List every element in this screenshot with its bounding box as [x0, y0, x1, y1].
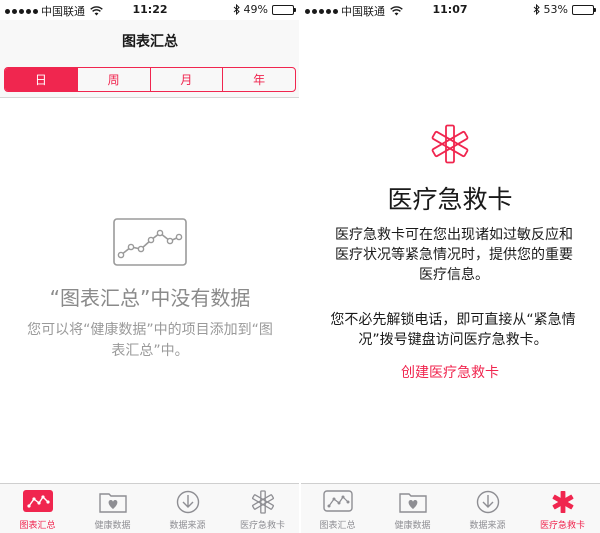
tab-sources[interactable]: 数据来源 [150, 484, 225, 533]
medical-id-description: 医疗急救卡可在您出现诸如过敏反应和医疗状况等紧急情况时，提供您的重要医疗信息。 [335, 227, 573, 283]
empty-chart-icon [113, 218, 187, 266]
create-medical-id-link[interactable]: 创建医疗急救卡 [300, 362, 600, 382]
tab-label: 图表汇总 [19, 521, 56, 531]
segment-day[interactable]: 日 [5, 68, 77, 91]
segment-bar: 日 周 月 年 [0, 62, 300, 98]
tab-medical-id[interactable]: 医疗急救卡 [525, 484, 600, 533]
download-icon [476, 490, 499, 514]
empty-state-subtitle: 您可以将“健康数据”中的项目添加到“图表汇总”中。 [27, 322, 273, 359]
screen-divider [299, 0, 301, 533]
tab-label: 图表汇总 [319, 521, 356, 531]
battery-percent: 53% [543, 3, 568, 16]
tab-label: 医疗急救卡 [539, 521, 585, 531]
bluetooth-icon [533, 4, 540, 15]
tab-label: 健康数据 [394, 521, 431, 531]
segment-year[interactable]: 年 [222, 68, 295, 91]
status-bar: 中国联通 11:22 49% [0, 0, 300, 20]
tab-bar: 图表汇总 健康数据 数据来源 医疗急救卡 [0, 483, 300, 533]
tab-dashboard[interactable]: 图表汇总 [0, 484, 75, 533]
tab-sources[interactable]: 数据来源 [450, 484, 525, 533]
segment-month[interactable]: 月 [149, 68, 223, 91]
page-title: 图表汇总 [122, 34, 178, 50]
status-bar: 中国联通 11:07 53% [300, 0, 600, 20]
tab-label: 健康数据 [94, 521, 131, 531]
medical-id-screen: 中国联通 11:07 53% 医疗急救卡 医疗急救卡可在您出现诸如过敏反应和医疗… [300, 0, 600, 533]
tab-health-data[interactable]: 健康数据 [375, 484, 450, 533]
medical-id-lockscreen-note: 您不必先解锁电话，即可直接从“紧急情况”拨号键盘访问医疗急救卡。 [330, 312, 576, 348]
tab-label: 数据来源 [469, 521, 506, 531]
tab-medical-id[interactable]: 医疗急救卡 [225, 484, 300, 533]
medical-star-icon [431, 124, 469, 164]
nav-bar: 图表汇总 [0, 20, 300, 62]
heart-folder-icon [398, 493, 427, 513]
tab-label: 医疗急救卡 [239, 521, 285, 531]
segment-week[interactable]: 周 [76, 68, 150, 91]
chart-icon [322, 490, 353, 512]
heart-folder-icon [98, 493, 127, 513]
battery-percent: 49% [243, 3, 268, 16]
medical-star-icon [552, 491, 573, 513]
medical-id-title: 医疗急救卡 [387, 185, 513, 214]
tab-bar: 图表汇总 健康数据 数据来源 医疗急救卡 [300, 483, 600, 533]
battery-icon [272, 4, 296, 15]
medical-star-icon [251, 490, 274, 514]
dashboard-screen: 中国联通 11:22 49% 图表汇总 日 周 月 年 “图表汇总”中没有数据 … [0, 0, 300, 533]
empty-state-title: “图表汇总”中没有数据 [49, 286, 251, 310]
tab-health-data[interactable]: 健康数据 [75, 484, 150, 533]
battery-icon [572, 4, 596, 15]
chart-icon [22, 490, 53, 512]
tab-label: 数据来源 [169, 521, 206, 531]
period-segmented-control: 日 周 月 年 [4, 67, 296, 92]
download-icon [176, 490, 199, 514]
tab-dashboard[interactable]: 图表汇总 [300, 484, 375, 533]
bluetooth-icon [233, 4, 240, 15]
